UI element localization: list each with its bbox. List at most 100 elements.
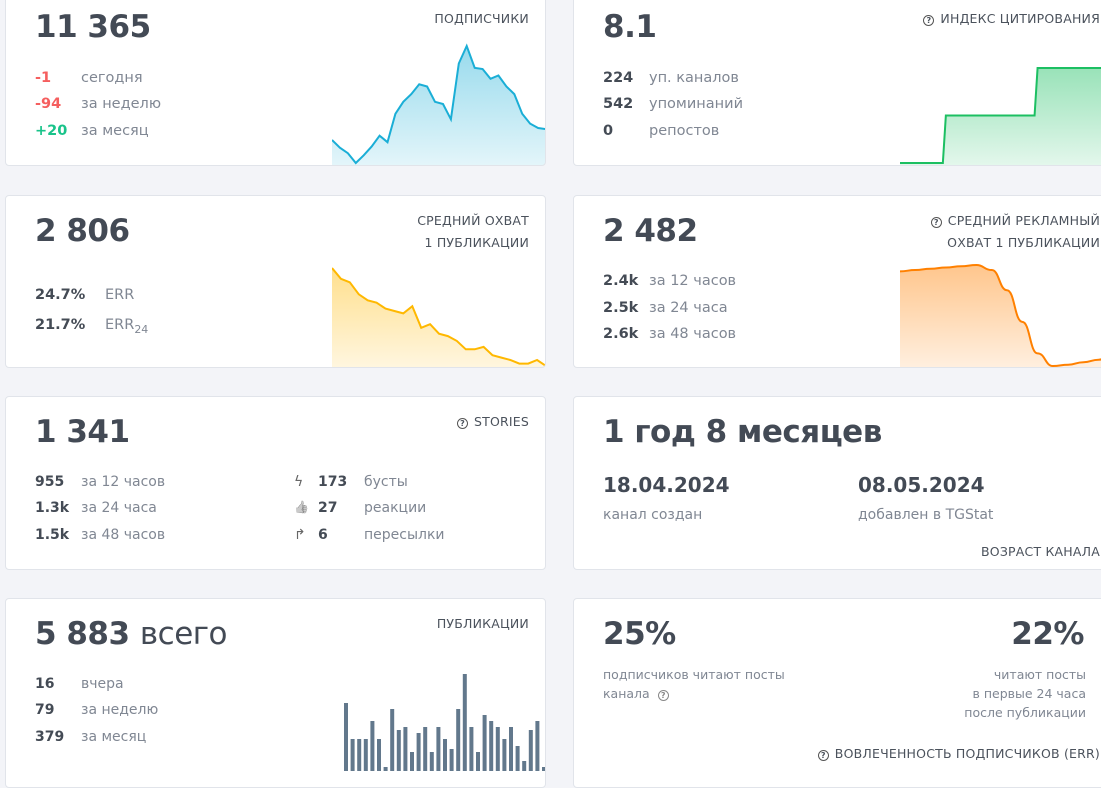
- channels-count: 224: [603, 70, 634, 86]
- posts-bar[interactable]: [456, 709, 461, 771]
- posts-bar[interactable]: [429, 752, 434, 771]
- month-label: за месяц: [81, 123, 149, 139]
- ad-reach-48h-label: за 48 часов: [649, 326, 737, 342]
- posts-bar[interactable]: [344, 703, 348, 771]
- sparkline-area: [332, 268, 545, 367]
- posts-yesterday: 16: [35, 676, 55, 692]
- posts-bar[interactable]: [535, 721, 540, 771]
- engagement-right-text-3: после публикации: [964, 705, 1086, 720]
- posts-bar[interactable]: [469, 727, 474, 771]
- stories-12h-label: за 12 часов: [81, 474, 166, 490]
- posts-card: 5 883 всего ПУБЛИКАЦИИ 16 вчера 79 за неде…: [5, 598, 546, 788]
- reposts-count: 0: [603, 123, 614, 139]
- stories-48h: 1.5k: [35, 527, 70, 543]
- added-label: добавлен в TGStat: [858, 507, 994, 523]
- engagement-right-text-2: в первые 24 часа: [972, 686, 1087, 701]
- stories-12h: 955: [35, 474, 65, 490]
- posts-week-label: за неделю: [81, 702, 159, 718]
- help-icon[interactable]: ?: [930, 217, 942, 228]
- stories-card: 1 341 ? STORIES 955 за 12 часов 1.3k за 24 …: [5, 396, 546, 570]
- help-icon[interactable]: ?: [657, 690, 669, 701]
- month-change: +20: [35, 123, 68, 139]
- boosts-label: бусты: [364, 474, 408, 490]
- citation-sparkline: [900, 67, 1101, 165]
- posts-bar[interactable]: [476, 752, 480, 771]
- help-icon[interactable]: ?: [923, 15, 935, 26]
- posts-bar[interactable]: [542, 767, 546, 771]
- help-icon[interactable]: ?: [456, 418, 468, 429]
- posts-bar[interactable]: [416, 733, 421, 771]
- subscribers-label: ПОДПИСЧИКИ: [434, 11, 529, 26]
- posts-bar[interactable]: [462, 674, 467, 771]
- reposts-label: репостов: [649, 123, 720, 139]
- reactions-label: реакции: [364, 500, 427, 516]
- err24-subscript: 24: [134, 322, 149, 336]
- posts-bar[interactable]: [390, 709, 395, 771]
- stories-24h: 1.3k: [35, 500, 70, 516]
- posts-bar[interactable]: [528, 730, 533, 771]
- citation-label: ИНДЕКС ЦИТИРОВАНИЯ: [940, 11, 1100, 26]
- posts-bar[interactable]: [383, 767, 388, 771]
- avg-reach-value: 2 806: [35, 213, 130, 249]
- posts-bar[interactable]: [502, 739, 507, 771]
- reactions-count: 27: [318, 500, 338, 516]
- posts-bar[interactable]: [509, 727, 513, 771]
- posts-bar[interactable]: [363, 739, 368, 771]
- subscribers-sparkline: [332, 43, 545, 165]
- stories-value: 1 341: [35, 414, 130, 450]
- posts-bar[interactable]: [370, 721, 375, 771]
- mentions-label: упоминаний: [649, 96, 743, 112]
- forwards-count: 6: [318, 527, 328, 543]
- posts-month-label: за месяц: [81, 729, 147, 745]
- ad-reach-24h: 2.5k: [603, 300, 639, 316]
- posts-bar[interactable]: [495, 727, 500, 771]
- posts-bar[interactable]: [489, 721, 494, 771]
- posts-bar[interactable]: [357, 739, 362, 771]
- posts-value: 5 883: [35, 616, 130, 652]
- forwards-label: пересылки: [364, 527, 445, 543]
- citation-card: 8.1 ? ИНДЕКС ЦИТИРОВАНИЯ 224 уп. каналов 5…: [573, 0, 1101, 166]
- avg-reach-card: 2 806 СРЕДНИЙ ОХВАТ 1 ПУБЛИКАЦИИ 24.7% ERR…: [5, 195, 546, 368]
- share-arrow-icon: ↱: [294, 527, 306, 543]
- posts-bar[interactable]: [403, 727, 408, 771]
- err-label: ERR: [105, 287, 135, 303]
- lightning-icon: ϟ: [294, 474, 304, 490]
- engagement-left-text-2: канала: [603, 686, 650, 701]
- sparkline-area: [332, 46, 545, 165]
- posts-bar[interactable]: [449, 749, 454, 771]
- posts-bar[interactable]: [436, 727, 441, 771]
- channel-age-value: 1 год 8 месяцев: [603, 414, 882, 450]
- engagement-right-text: читают посты: [993, 667, 1086, 682]
- week-label: за неделю: [81, 96, 162, 112]
- ad-reach-card: 2 482 ? СРЕДНИЙ РЕКЛАМНЫЙ ОХВАТ 1 ПУБЛИКАЦ…: [573, 195, 1101, 368]
- err-value: 24.7%: [35, 287, 86, 303]
- ad-reach-label: СРЕДНИЙ РЕКЛАМНЫЙ: [947, 213, 1100, 228]
- posts-label: ПУБЛИКАЦИИ: [436, 616, 529, 631]
- created-label: канал создан: [603, 507, 703, 523]
- posts-bar[interactable]: [443, 739, 447, 771]
- sparkline-area: [900, 68, 1101, 165]
- posts-bar[interactable]: [410, 752, 414, 771]
- err24-value: 21.7%: [35, 317, 86, 333]
- week-change: -94: [35, 96, 62, 112]
- created-date: 18.04.2024: [603, 473, 730, 497]
- ad-reach-12h: 2.4k: [603, 273, 639, 289]
- thumbs-up-icon: 👍: [294, 500, 309, 514]
- posts-bar[interactable]: [515, 746, 520, 771]
- today-label: сегодня: [81, 70, 143, 86]
- mentions-count: 542: [603, 96, 634, 112]
- posts-bar[interactable]: [423, 727, 428, 771]
- posts-bar[interactable]: [377, 739, 381, 771]
- stories-label: STORIES: [473, 414, 529, 429]
- subscribers-value: 11 365: [35, 9, 151, 45]
- citation-value: 8.1: [603, 9, 657, 45]
- posts-bar[interactable]: [396, 730, 401, 771]
- ad-reach-value: 2 482: [603, 213, 698, 249]
- help-icon[interactable]: ?: [817, 750, 829, 761]
- channels-label: уп. каналов: [649, 70, 739, 86]
- posts-bar[interactable]: [350, 739, 355, 771]
- avg-reach-label-2: 1 ПУБЛИКАЦИИ: [424, 235, 529, 250]
- posts-bar[interactable]: [482, 715, 487, 771]
- subscribers-card: 11 365 ПОДПИСЧИКИ -1 сегодня -94 за неделю…: [5, 0, 546, 166]
- posts-month: 379: [35, 729, 65, 745]
